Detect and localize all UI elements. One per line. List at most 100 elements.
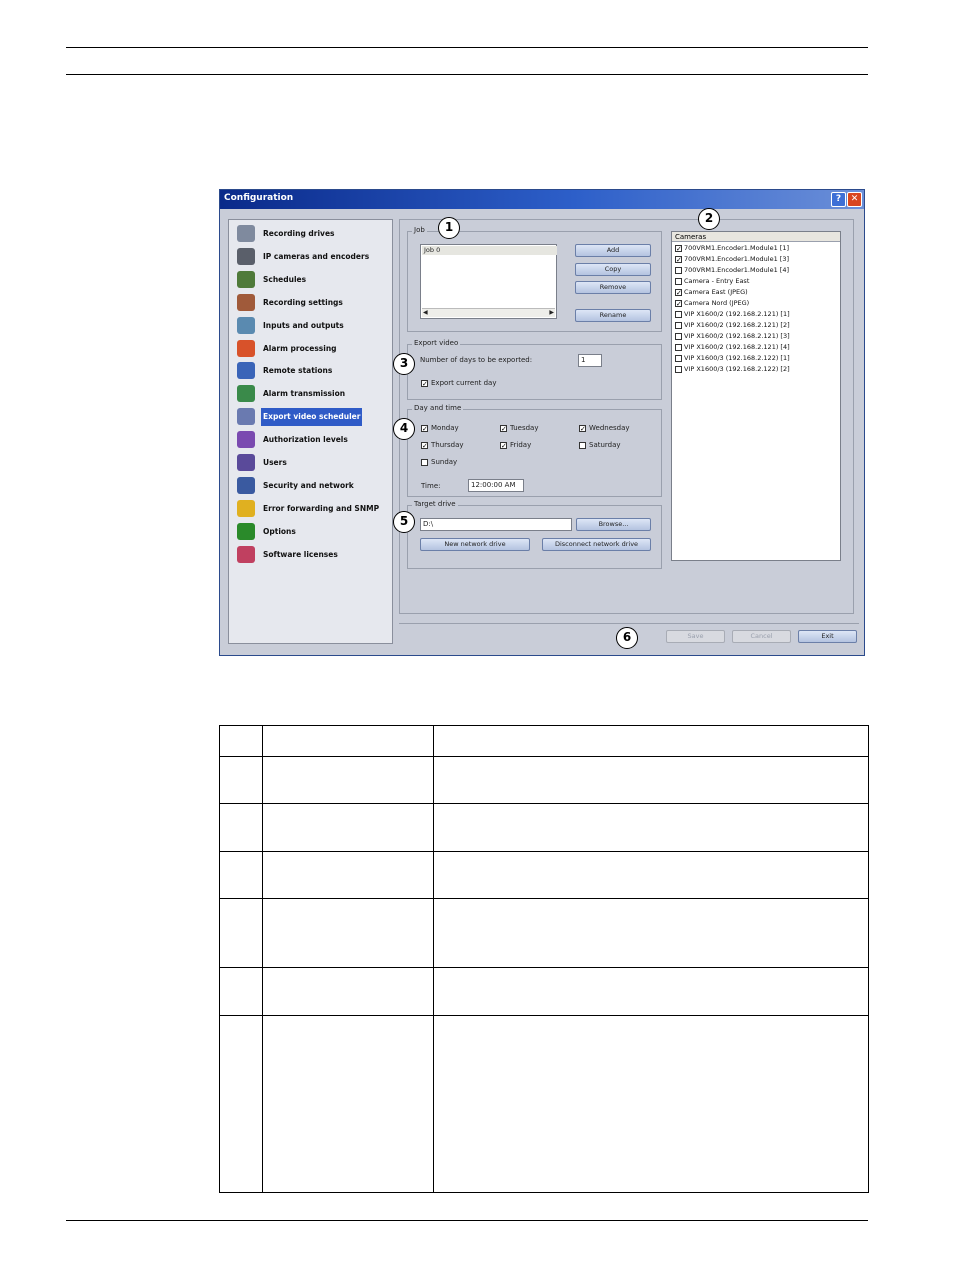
cameras-list[interactable]: Cameras ✓ 700VRM1.Encoder1.Module1 [1] ✓ 70… — [671, 231, 841, 561]
sidebar: Recording drives IP cameras and encoders S… — [228, 219, 393, 644]
scroll-right-icon[interactable]: ▶ — [549, 309, 554, 317]
scroll-left-icon[interactable]: ◀ — [423, 309, 428, 317]
sidebar-item-recording-settings[interactable]: Recording settings — [231, 292, 391, 314]
export-current-day-label: Export current day — [431, 379, 497, 387]
camera-checkbox[interactable] — [675, 365, 682, 373]
export-current-day-checkbox[interactable]: ✓ — [421, 380, 428, 388]
sidebar-item-label: Export video scheduler — [261, 408, 363, 427]
sidebar-item-label: Recording settings — [263, 297, 343, 307]
callout-4: 4 — [393, 418, 415, 440]
sidebar-item-authorization-levels[interactable]: Authorization levels — [231, 429, 391, 451]
sidebar-item-remote-stations[interactable]: Remote stations — [231, 360, 391, 382]
checkmark-icon — [237, 522, 255, 540]
title-bar[interactable]: Configuration ? ✕ — [220, 190, 864, 209]
exit-button[interactable]: Exit — [798, 630, 857, 643]
camera-label: Camera - Entry East — [684, 277, 750, 285]
sidebar-item-alarm-processing[interactable]: Alarm processing — [231, 338, 391, 360]
sidebar-item-label: Inputs and outputs — [263, 320, 344, 330]
day-tuesday-checkbox[interactable]: ✓ — [500, 425, 507, 433]
camera-checkbox[interactable] — [675, 321, 682, 329]
camera-list-item[interactable]: ✓ 700VRM1.Encoder1.Module1 [3] — [675, 254, 789, 265]
day-wednesday-checkbox[interactable]: ✓ — [579, 425, 586, 433]
camera-label: VIP X1600/3 (192.168.2.122) [2] — [684, 365, 790, 373]
camera-checkbox[interactable]: ✓ — [675, 244, 682, 252]
cancel-button[interactable]: Cancel — [732, 630, 791, 643]
camera-checkbox[interactable]: ✓ — [675, 288, 682, 296]
day-saturday-checkbox[interactable] — [579, 442, 586, 449]
help-icon[interactable]: ? — [831, 192, 846, 207]
camera-list-item[interactable]: VIP X1600/2 (192.168.2.121) [3] — [675, 331, 790, 342]
save-button[interactable]: Save — [666, 630, 725, 643]
time-label: Time: — [421, 482, 441, 490]
camera-label: 700VRM1.Encoder1.Module1 [4] — [684, 266, 789, 274]
day-thursday-checkbox[interactable]: ✓ — [421, 442, 428, 450]
job-list-hscrollbar[interactable]: ◀ ▶ — [422, 308, 555, 317]
camera-checkbox[interactable]: ✓ — [675, 255, 682, 263]
camera-label: VIP X1600/2 (192.168.2.121) [1] — [684, 310, 790, 318]
security-network-icon — [237, 476, 255, 494]
camera-checkbox[interactable] — [675, 266, 682, 274]
camera-checkbox[interactable] — [675, 354, 682, 362]
sidebar-item-schedules[interactable]: Schedules — [231, 269, 391, 291]
day-sunday-checkbox[interactable] — [421, 459, 428, 466]
camera-list-item[interactable]: VIP X1600/2 (192.168.2.121) [2] — [675, 320, 790, 331]
sidebar-item-security-and-network[interactable]: Security and network — [231, 475, 391, 497]
camera-list-item[interactable]: VIP X1600/3 (192.168.2.122) [2] — [675, 364, 790, 375]
close-icon[interactable]: ✕ — [847, 192, 862, 207]
job-list-item[interactable]: Job 0 — [422, 246, 557, 255]
camera-label: VIP X1600/3 (192.168.2.122) [1] — [684, 354, 790, 362]
disconnect-network-drive-button[interactable]: Disconnect network drive — [542, 538, 651, 551]
remove-job-button[interactable]: Remove — [575, 281, 651, 294]
day-monday-label: Monday — [431, 424, 459, 432]
day-monday-checkbox[interactable]: ✓ — [421, 425, 428, 433]
camera-list-item[interactable]: VIP X1600/2 (192.168.2.121) [1] — [675, 309, 790, 320]
camera-list-item[interactable]: 700VRM1.Encoder1.Module1 [4] — [675, 265, 789, 276]
sidebar-item-label: Alarm processing — [263, 343, 337, 353]
camera-checkbox[interactable] — [675, 310, 682, 318]
camera-checkbox[interactable] — [675, 343, 682, 351]
sidebar-item-software-licenses[interactable]: Software licenses — [231, 544, 391, 566]
sidebar-item-inputs-and-outputs[interactable]: Inputs and outputs — [231, 315, 391, 337]
sidebar-item-export-video-scheduler[interactable]: Export video scheduler — [231, 406, 391, 428]
job-list[interactable]: Job 0 ◀ ▶ — [420, 244, 557, 319]
camera-list-item[interactable]: VIP X1600/2 (192.168.2.121) [4] — [675, 342, 790, 353]
sidebar-item-options[interactable]: Options — [231, 521, 391, 543]
export-video-group-label: Export video — [412, 339, 461, 347]
export-scheduler-icon — [237, 408, 255, 426]
table-row — [219, 851, 869, 899]
camera-list-item[interactable]: ✓ 700VRM1.Encoder1.Module1 [1] — [675, 243, 789, 254]
recording-settings-icon — [237, 293, 255, 311]
camera-list-item[interactable]: VIP X1600/3 (192.168.2.122) [1] — [675, 353, 790, 364]
camera-list-item[interactable]: ✓ Camera Nord (JPEG) — [675, 298, 749, 309]
add-job-button[interactable]: Add — [575, 244, 651, 257]
camera-label: VIP X1600/2 (192.168.2.121) [4] — [684, 343, 790, 351]
target-drive-path-input[interactable]: D:\ — [420, 518, 572, 531]
days-to-export-spinner[interactable]: 1 — [578, 354, 602, 367]
header-rule-bottom — [66, 74, 868, 75]
time-spinner[interactable]: 12:00:00 AM — [468, 479, 524, 492]
camera-list-item[interactable]: Camera - Entry East — [675, 276, 749, 287]
day-tuesday-label: Tuesday — [510, 424, 539, 432]
day-thursday-label: Thursday — [431, 441, 464, 449]
day-friday-label: Friday — [510, 441, 532, 449]
users-group-icon — [237, 431, 255, 449]
copy-job-button[interactable]: Copy — [575, 263, 651, 276]
new-network-drive-button[interactable]: New network drive — [420, 538, 530, 551]
sidebar-item-error-forwarding-and-snmp[interactable]: Error forwarding and SNMP — [231, 498, 391, 520]
sidebar-item-ip-cameras-and-encoders[interactable]: IP cameras and encoders — [231, 246, 391, 268]
camera-label: VIP X1600/2 (192.168.2.121) [3] — [684, 332, 790, 340]
sidebar-item-recording-drives[interactable]: Recording drives — [231, 223, 391, 245]
camera-list-item[interactable]: ✓ Camera East (JPEG) — [675, 287, 748, 298]
sidebar-item-label: IP cameras and encoders — [263, 251, 370, 261]
table-row — [219, 803, 869, 852]
browse-button[interactable]: Browse... — [576, 518, 651, 531]
rename-job-button[interactable]: Rename — [575, 309, 651, 322]
day-friday-checkbox[interactable]: ✓ — [500, 442, 507, 450]
sidebar-item-alarm-transmission[interactable]: Alarm transmission — [231, 383, 391, 405]
camera-checkbox[interactable] — [675, 277, 682, 285]
camera-checkbox[interactable] — [675, 332, 682, 340]
sidebar-item-label: Security and network — [263, 480, 354, 490]
table-row — [219, 1015, 869, 1193]
sidebar-item-users[interactable]: Users — [231, 452, 391, 474]
camera-checkbox[interactable]: ✓ — [675, 299, 682, 307]
